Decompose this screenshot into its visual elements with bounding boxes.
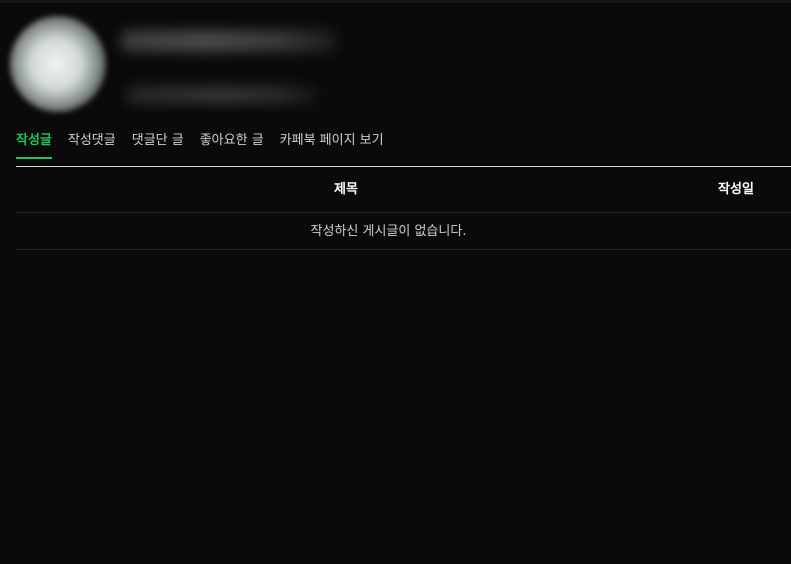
table-header: 제목 작성일 bbox=[16, 166, 791, 213]
tab-cafe-book[interactable]: 카페북 페이지 보기 bbox=[280, 130, 384, 156]
blurred-member-info bbox=[126, 86, 318, 104]
avatar bbox=[10, 16, 106, 112]
tab-my-posts[interactable]: 작성글 bbox=[16, 130, 52, 159]
column-header-title: 제목 bbox=[334, 182, 358, 197]
blurred-nickname bbox=[120, 30, 338, 52]
activity-tabs: 작성글 작성댓글 댓글단 글 좋아요한 글 카페북 페이지 보기 bbox=[16, 130, 384, 159]
empty-message: 작성하신 게시글이 없습니다. bbox=[16, 213, 791, 250]
top-divider bbox=[0, 0, 791, 3]
tab-liked-posts[interactable]: 좋아요한 글 bbox=[200, 130, 264, 156]
profile-header bbox=[8, 10, 338, 116]
tab-my-comments[interactable]: 작성댓글 bbox=[68, 130, 116, 156]
column-header-date: 작성일 bbox=[718, 182, 754, 197]
post-table: 제목 작성일 작성하신 게시글이 없습니다. bbox=[16, 166, 791, 250]
tab-commented-posts[interactable]: 댓글단 글 bbox=[132, 130, 184, 156]
